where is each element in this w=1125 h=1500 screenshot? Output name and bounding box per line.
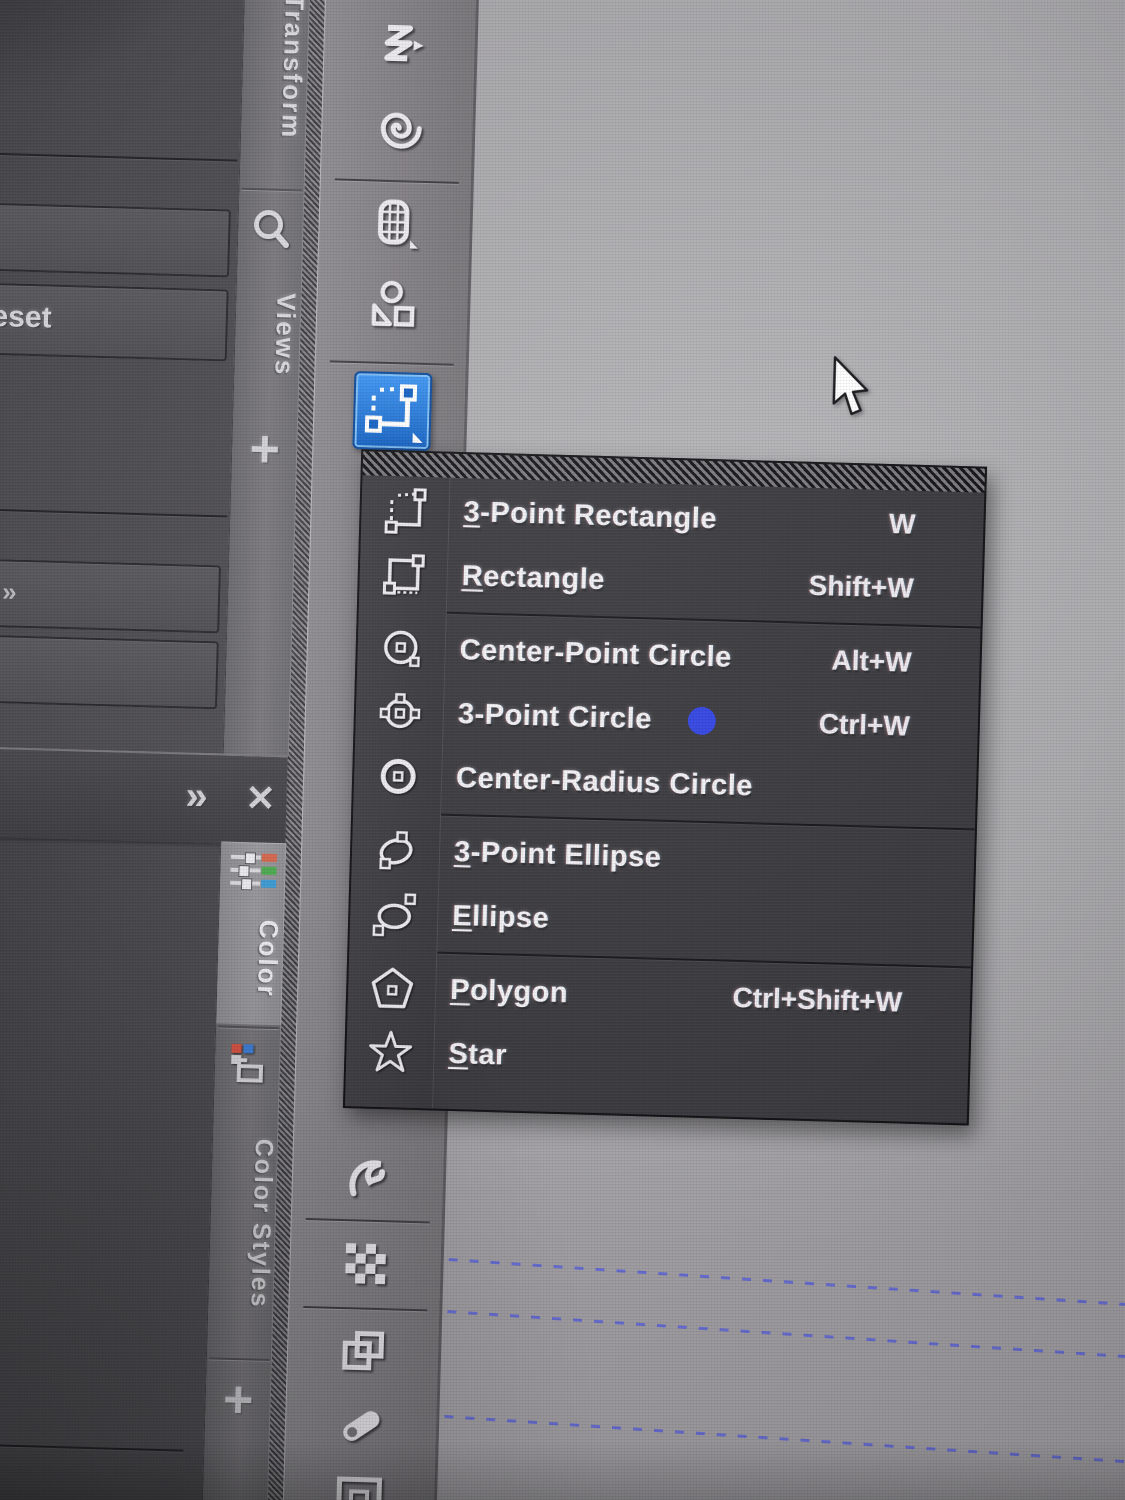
transform-field[interactable]	[0, 633, 219, 710]
transform-docker: Reset »	[0, 0, 247, 754]
menu-item-shortcut: Alt+W	[831, 644, 913, 678]
menu-item-label: Center-Radius Circle	[455, 761, 754, 802]
menu-item-shortcut: Ctrl+W	[818, 708, 911, 742]
three-point-ellipse-icon	[371, 826, 420, 875]
color-sliders-icon	[230, 852, 277, 893]
rectangle-tool-active-button[interactable]	[352, 371, 433, 452]
frame-tool-icon[interactable]	[334, 1323, 392, 1385]
reset-button-label: Reset	[0, 299, 53, 335]
menu-item-label: Rectangle	[461, 559, 606, 596]
basic-shapes-tool-icon[interactable]	[363, 277, 421, 339]
artistic-media-tool-icon[interactable]	[339, 1149, 397, 1211]
toolbox-separator	[305, 1218, 430, 1224]
shape-tools-flyout-menu: 3-Point Rectangle W Rectangle Shift+W Ce…	[342, 449, 988, 1126]
rectangle-icon	[379, 550, 428, 599]
mouse-cursor-icon	[831, 355, 885, 422]
menu-item-label: Star	[448, 1037, 508, 1072]
divider	[0, 151, 238, 162]
tab-color-styles[interactable]: Color Styles	[207, 1041, 281, 1363]
toolbox-separator	[303, 1305, 428, 1312]
polygon-icon	[368, 964, 417, 1013]
application-window: Reset » Transform Views + ⚙	[0, 0, 1125, 1500]
tab-transform-label: Transform	[275, 0, 310, 141]
menu-item-label: 3-Point Ellipse	[453, 835, 662, 874]
star-icon	[366, 1028, 415, 1077]
nested-frame-tool-icon[interactable]	[330, 1471, 388, 1500]
color-docker-header: » ✕	[0, 745, 288, 846]
three-point-rectangle-icon	[381, 486, 430, 535]
menu-item-label: Ellipse	[451, 899, 550, 935]
menu-item-shortcut: Ctrl+Shift+W	[732, 981, 903, 1018]
divider	[0, 507, 228, 518]
expander-arrow-icon: »	[1, 576, 18, 607]
tab-color-styles-label: Color Styles	[245, 1138, 279, 1310]
menu-item-label: 3-Point Circle	[457, 697, 653, 735]
collapse-docker-button[interactable]: »	[174, 770, 219, 823]
three-point-circle-icon	[375, 688, 424, 737]
tab-transform[interactable]: Transform	[240, 0, 311, 178]
add-docker-tab-button[interactable]: +	[205, 1371, 272, 1430]
pattern-tool-icon[interactable]	[337, 1235, 395, 1297]
tab-views-label: Views	[269, 293, 302, 378]
eyedropper-tool-icon[interactable]	[332, 1397, 390, 1459]
color-styles-icon	[226, 1042, 271, 1087]
spiral-tool-icon[interactable]	[368, 99, 426, 161]
center-point-circle-icon	[377, 624, 426, 673]
magnifier-icon	[254, 210, 289, 249]
toolbox-separator	[334, 178, 459, 184]
graph-paper-tool-icon[interactable]	[366, 195, 424, 257]
menu-item-shortcut: Shift+W	[808, 569, 915, 604]
smart-drawing-tool-icon[interactable]	[371, 15, 429, 77]
transform-field[interactable]	[0, 201, 231, 278]
tab-divider	[218, 1025, 280, 1030]
tab-divider	[241, 187, 303, 192]
tab-views[interactable]: Views	[233, 202, 304, 434]
ellipse-icon	[370, 890, 419, 939]
screen-photo: Reset » Transform Views + ⚙	[0, 0, 1125, 1500]
tab-color[interactable]: Color	[216, 841, 287, 1026]
menu-item-shortcut: W	[888, 508, 916, 540]
toolbox-separator	[329, 360, 454, 366]
color-docker: ⚙ C: 0 M: 0 Y: 0 K: 0	[0, 745, 223, 1500]
close-docker-button[interactable]: ✕	[238, 772, 283, 825]
menu-item-label: Polygon	[449, 973, 569, 1009]
divider	[0, 1442, 184, 1452]
center-radius-circle-icon	[374, 752, 423, 801]
tab-color-label: Color	[251, 919, 285, 999]
add-docker-tab-button[interactable]: +	[232, 420, 299, 479]
menu-item-label: 3-Point Rectangle	[463, 495, 718, 535]
transform-expander-row[interactable]: »	[0, 557, 222, 634]
menu-item-label: Center-Point Circle	[459, 633, 733, 674]
reset-button[interactable]: Reset	[0, 281, 229, 362]
